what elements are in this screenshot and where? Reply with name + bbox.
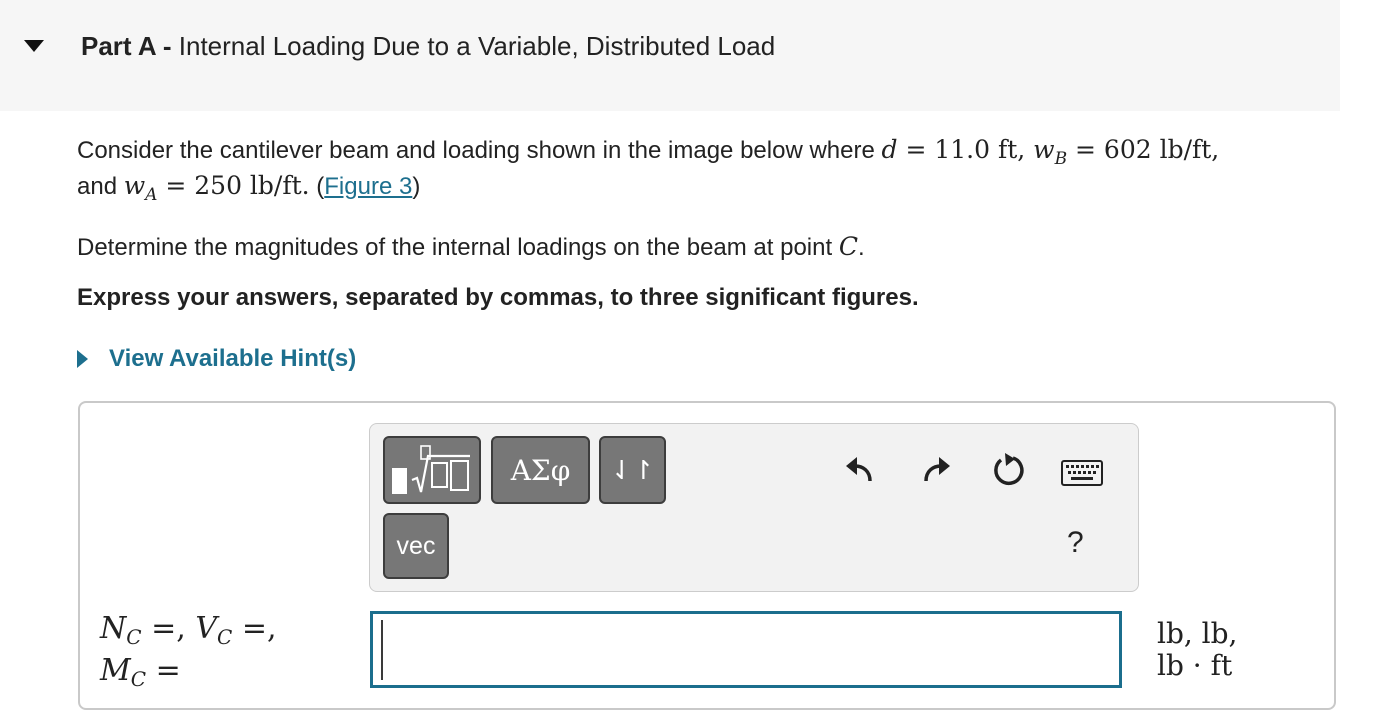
- keyboard-button[interactable]: [1060, 458, 1104, 488]
- answer-label-line-2: MC =: [100, 654, 277, 696]
- greek-label: ΑΣφ: [510, 453, 571, 487]
- vec-button[interactable]: vec: [383, 513, 449, 579]
- units-line-2: lb · ft: [1157, 649, 1233, 682]
- redo-icon: [924, 457, 950, 482]
- figure-close-paren: ): [412, 173, 421, 200]
- figure-link[interactable]: Figure 3: [324, 173, 412, 200]
- m-symbol: M: [100, 653, 131, 688]
- redo-button[interactable]: [916, 450, 956, 490]
- reset-icon: [994, 453, 1024, 486]
- view-hints-label: View Available Hint(s): [109, 345, 357, 372]
- collapse-triangle-icon[interactable]: [24, 40, 44, 52]
- undo-icon: [846, 457, 872, 482]
- v-subscript: C: [216, 625, 233, 649]
- d-expression: d = 11.0 ft, wB = 602 lb/ft,: [881, 135, 1220, 169]
- wB-value: = 602 lb/ft,: [1075, 135, 1220, 164]
- problem-text: Consider the cantilever beam and loading…: [77, 137, 875, 164]
- answer-units: lb, lb, lb · ft: [1157, 618, 1237, 682]
- wB-subscript: B: [1054, 149, 1068, 169]
- point-c-symbol: C: [838, 232, 858, 261]
- vec-label: vec: [396, 531, 436, 560]
- wA-expression: wA = 250 lb/ft.: [123, 171, 310, 205]
- wA-value: = 250 lb/ft.: [165, 171, 310, 200]
- d-value: = 11.0 ft,: [905, 135, 1026, 164]
- templates-button[interactable]: [383, 436, 481, 504]
- problem-line-2: and wA = 250 lb/ft. (Figure 3): [77, 171, 420, 205]
- period: .: [857, 234, 865, 261]
- expand-triangle-icon: [77, 350, 88, 368]
- arrows-button[interactable]: ⇃↾: [599, 436, 666, 504]
- part-label: Part A -: [81, 31, 172, 61]
- v-symbol: V: [195, 611, 217, 646]
- n-symbol: N: [100, 611, 127, 646]
- part-title: Part A - Internal Loading Due to a Varia…: [81, 31, 775, 62]
- part-header: Part A - Internal Loading Due to a Varia…: [0, 0, 1340, 111]
- instruction-text: Express your answers, separated by comma…: [77, 284, 919, 311]
- wA-subscript: A: [145, 185, 158, 205]
- wA-symbol: w: [123, 171, 146, 200]
- answer-label-line-1: NC =, VC =,: [100, 612, 277, 654]
- keyboard-icon: [1061, 460, 1103, 486]
- m-subscript: C: [130, 667, 147, 691]
- d-symbol: d: [881, 135, 898, 164]
- determine-line: Determine the magnitudes of the internal…: [77, 232, 865, 262]
- units-line-1: lb, lb,: [1157, 617, 1238, 650]
- templates-icon: [392, 445, 470, 494]
- part-title-text: Internal Loading Due to a Variable, Dist…: [178, 31, 776, 61]
- problem-line-1: Consider the cantilever beam and loading…: [77, 135, 1219, 169]
- answer-label: NC =, VC =, MC =: [100, 612, 277, 696]
- equals-comma: =,: [141, 611, 196, 646]
- answer-input[interactable]: [370, 611, 1122, 688]
- n-subscript: C: [126, 625, 142, 649]
- reset-button[interactable]: [989, 450, 1029, 490]
- equals-end: =: [146, 653, 181, 688]
- math-toolbar: ΑΣφ ⇃↾ vec ?: [369, 423, 1139, 592]
- greek-symbols-button[interactable]: ΑΣφ: [491, 436, 590, 504]
- undo-button[interactable]: [840, 450, 880, 490]
- help-button[interactable]: ?: [1067, 526, 1084, 560]
- determine-text: Determine the magnitudes of the internal…: [77, 234, 833, 261]
- wB-symbol: w: [1033, 135, 1055, 164]
- text-cursor: [381, 620, 383, 680]
- arrows-label: ⇃↾: [610, 454, 655, 485]
- equals-comma-end: =,: [232, 611, 277, 646]
- view-hints-toggle[interactable]: View Available Hint(s): [77, 344, 356, 374]
- and-text: and: [77, 173, 118, 200]
